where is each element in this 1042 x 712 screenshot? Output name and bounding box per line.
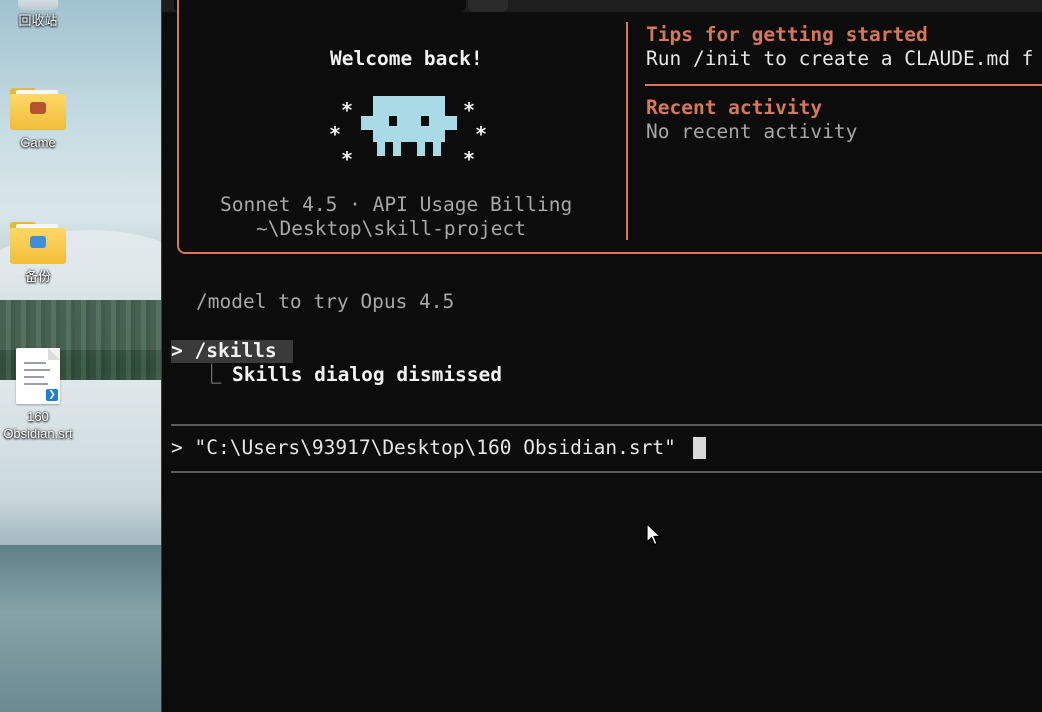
- desktop-icon-label: 备份: [24, 269, 51, 284]
- terminal-window[interactable]: Welcome back! * * * * * * Sonnet 4.5 · A…: [161, 0, 1042, 712]
- tips-body: Run /init to create a CLAUDE.md f: [646, 47, 1034, 70]
- input-border-bottom: [171, 471, 1042, 473]
- desktop-icon-label: 160 Obsidian.srt: [3, 409, 73, 441]
- panel-divider: [626, 22, 628, 240]
- vscode-file-icon: ❯: [16, 348, 60, 404]
- sparkle-icon: *: [463, 98, 476, 122]
- desktop-icon-backup[interactable]: 备份: [0, 222, 76, 285]
- recent-activity-body: No recent activity: [646, 120, 858, 143]
- sparkle-icon: *: [475, 122, 488, 146]
- model-billing-info: Sonnet 4.5 · API Usage Billing: [220, 193, 573, 216]
- folder-icon: [10, 222, 66, 264]
- desktop-icon-game[interactable]: Game: [0, 88, 76, 151]
- desktop-icon-label: 回收站: [18, 13, 58, 28]
- sparkle-icon: *: [329, 122, 342, 146]
- model-hint: /model to try Opus 4.5: [196, 290, 455, 313]
- text-cursor: [693, 437, 706, 459]
- working-directory: ~\Desktop\skill-project: [256, 217, 527, 240]
- input-border-top: [171, 424, 1042, 426]
- desktop-wallpaper: 回收站 Game 备份 ❯ 160 Obsidian.srt: [0, 0, 162, 712]
- tips-heading: Tips for getting started: [646, 23, 928, 46]
- tips-divider: [645, 84, 1042, 86]
- sparkle-icon: *: [463, 147, 476, 171]
- command-result: Skills dialog dismissed: [232, 363, 503, 386]
- command-line: > /skills: [171, 339, 289, 362]
- desktop-icon-recycle-bin[interactable]: 回收站: [0, 0, 76, 29]
- desktop-icon-label: Game: [20, 135, 56, 150]
- wallpaper-lake: [0, 545, 162, 712]
- mouse-pointer-icon: [646, 523, 662, 546]
- welcome-title: Welcome back!: [330, 47, 483, 70]
- sparkle-icon: *: [341, 98, 354, 122]
- sparkle-icon: *: [341, 147, 354, 171]
- result-tree-glyph: ⎿: [202, 363, 222, 386]
- prompt-input[interactable]: > "C:\Users\93917\Desktop\160 Obsidian.s…: [171, 436, 676, 460]
- folder-icon: [10, 88, 66, 130]
- recent-activity-heading: Recent activity: [646, 96, 823, 119]
- desktop-icon-srt-file[interactable]: ❯ 160 Obsidian.srt: [0, 348, 76, 442]
- recycle-bin-icon: [18, 0, 58, 10]
